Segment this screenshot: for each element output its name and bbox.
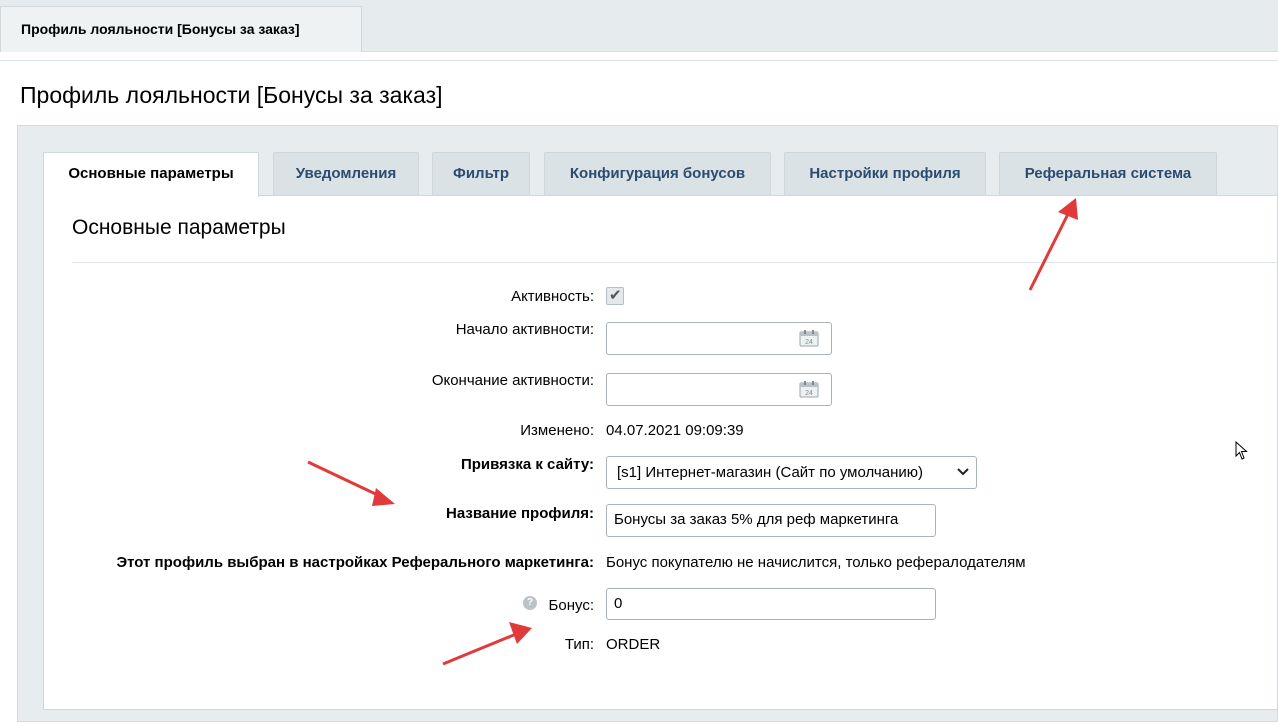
- label-active: Активность:: [511, 288, 594, 305]
- annotation-arrow-referral: [1028, 198, 1078, 291]
- top-tab-bar: Профиль лояльности [Бонусы за заказ]: [0, 0, 1278, 52]
- end-date-input[interactable]: 24: [606, 373, 832, 406]
- svg-text:24: 24: [805, 339, 813, 346]
- referral-marketing-value: Бонус покупателю не начислится, только р…: [606, 554, 1026, 571]
- bonus-input[interactable]: 0: [606, 588, 936, 620]
- profile-name-input[interactable]: Бонусы за заказ 5% для реф маркетинга: [606, 504, 936, 537]
- tab-content: [43, 195, 1278, 710]
- section-title: Основные параметры: [72, 216, 286, 239]
- tab-bonus-config[interactable]: Конфигурация бонусов: [544, 152, 771, 196]
- annotation-arrow-bonus: [442, 622, 532, 666]
- mouse-cursor-icon: [1235, 441, 1248, 460]
- check-icon: ✔: [609, 287, 622, 304]
- site-select-value: [s1] Интернет-магазин (Сайт по умолчанию…: [617, 464, 923, 481]
- help-icon[interactable]: ?: [523, 596, 537, 610]
- active-checkbox[interactable]: ✔: [606, 287, 624, 305]
- bonus-value: 0: [614, 595, 623, 612]
- label-type: Тип:: [564, 636, 594, 653]
- label-start-date: Начало активности:: [455, 321, 594, 338]
- tab-filter[interactable]: Фильтр: [432, 152, 530, 196]
- calendar-icon[interactable]: 24: [799, 381, 819, 398]
- label-referral-marketing: Этот профиль выбран в настройках Реферал…: [116, 554, 594, 571]
- tab-notifications[interactable]: Уведомления: [273, 152, 419, 196]
- label-site-binding: Привязка к сайту:: [460, 456, 594, 473]
- page-title: Профиль лояльности [Бонусы за заказ]: [20, 82, 443, 108]
- annotation-arrow-profile-name: [307, 460, 395, 506]
- label-end-date: Окончание активности:: [431, 372, 594, 389]
- modified-value: 04.07.2021 09:09:39: [606, 422, 744, 439]
- section-divider: [72, 262, 1278, 263]
- chevron-down-icon: [957, 468, 969, 476]
- label-modified: Изменено:: [520, 422, 594, 439]
- tab-profile-settings[interactable]: Настройки профиля: [784, 152, 986, 196]
- site-select[interactable]: [s1] Интернет-магазин (Сайт по умолчанию…: [606, 456, 977, 489]
- tab-basic-params[interactable]: Основные параметры: [43, 152, 259, 197]
- window-tab[interactable]: Профиль лояльности [Бонусы за заказ]: [0, 6, 362, 52]
- label-profile-name: Название профиля:: [446, 505, 594, 522]
- profile-name-value: Бонусы за заказ 5% для реф маркетинга: [614, 511, 899, 528]
- svg-text:24: 24: [805, 390, 813, 397]
- label-bonus: Бонус:: [548, 597, 594, 614]
- type-value: ORDER: [606, 636, 661, 653]
- calendar-icon[interactable]: 24: [799, 330, 819, 347]
- start-date-input[interactable]: 24: [606, 322, 832, 355]
